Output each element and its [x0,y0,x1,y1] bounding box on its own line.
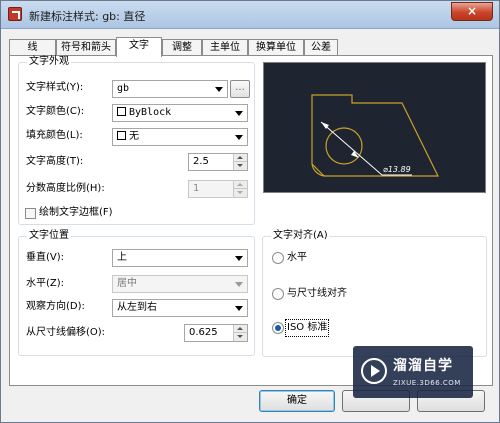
fill-color-select[interactable]: 无 [112,128,248,146]
window-title: 新建标注样式: gb: 直径 [29,10,146,23]
draw-frame-label[interactable]: 绘制文字边框(F) [39,206,113,220]
ok-button[interactable]: 确定 [259,390,335,412]
chevron-down-icon [235,256,243,261]
tab-alternate-units[interactable]: 换算单位 [248,39,304,56]
align-horizontal-label[interactable]: 水平 [287,251,307,265]
offset-label: 从尺寸线偏移(O): [26,327,106,338]
horizontal-select: 居中 [112,275,248,293]
stepper-down-icon [234,189,247,197]
watermark-url: ZIXUE.3D66.COM [393,379,461,387]
dimension-style-dialog: 新建标注样式: gb: 直径 × 线 符号和箭头 文字 调整 主单位 换算单位 … [0,0,500,423]
preview-drawing: ⌀13.89 [311,94,439,177]
title-bar: 新建标注样式: gb: 直径 × [1,1,499,29]
tab-panel-text: 文字外观 文字样式(Y): gb ... 文字颜色(C): ByBlock 填充… [9,55,493,386]
stepper-up-icon[interactable] [234,154,247,162]
draw-frame-checkbox[interactable] [25,208,36,219]
tab-primary-units[interactable]: 主单位 [202,39,248,56]
text-height-value: 2.5 [193,156,209,167]
text-color-value: ByBlock [129,107,172,118]
align-iso-label[interactable]: ISO 标准 [284,319,330,337]
stepper-buttons[interactable] [233,154,247,170]
view-direction-label: 观察方向(D): [26,301,85,312]
tab-text[interactable]: 文字 [116,37,162,57]
preview-dimension-text: ⌀13.89 [383,165,411,174]
text-style-select[interactable]: gb [112,80,228,98]
align-horizontal-radio[interactable] [272,252,284,264]
vertical-value: 上 [117,252,127,263]
close-icon: × [466,4,478,18]
fraction-scale-label: 分数高度比例(H): [26,183,105,194]
stepper-up-icon [234,181,247,189]
fill-color-label: 填充颜色(L): [26,130,83,141]
stepper-down-icon[interactable] [234,333,247,341]
preview-part-outline [311,94,439,177]
tab-tolerances[interactable]: 公差 [304,39,338,56]
text-appearance-title: 文字外观 [27,56,71,68]
stepper-buttons[interactable] [233,325,247,341]
view-direction-select[interactable]: 从左到右 [112,299,248,317]
stepper-down-icon[interactable] [234,162,247,170]
text-style-browse-button[interactable]: ... [230,80,250,98]
text-style-label: 文字样式(Y): [26,82,84,93]
text-height-stepper[interactable]: 2.5 [188,153,248,171]
watermark: 溜溜自学 ZIXUE.3D66.COM [353,346,473,398]
chevron-down-icon [235,306,243,311]
view-direction-value: 从左到右 [117,302,157,313]
tab-symbols-arrows[interactable]: 符号和箭头 [56,39,116,56]
preview-circle [325,127,363,165]
color-swatch-icon [117,107,126,116]
app-icon [8,7,22,21]
text-height-label: 文字高度(T): [26,156,84,167]
stepper-buttons [233,181,247,197]
text-color-label: 文字颜色(C): [26,106,85,117]
vertical-select[interactable]: 上 [112,249,248,267]
chevron-down-icon [235,282,243,287]
text-color-select[interactable]: ByBlock [112,104,248,122]
vertical-label: 垂直(V): [26,252,65,263]
fraction-scale-stepper: 1 [188,180,248,198]
watermark-title: 溜溜自学 [393,358,453,374]
horizontal-value: 居中 [117,278,137,289]
align-with-dimline-radio[interactable] [272,288,284,300]
horizontal-label: 水平(Z): [26,278,65,289]
tab-lines[interactable]: 线 [9,39,56,56]
color-swatch-icon [117,131,126,140]
text-placement-title: 文字位置 [27,230,71,242]
play-icon [361,358,387,384]
preview-pane: ⌀13.89 [263,62,486,193]
align-with-dimline-label[interactable]: 与尺寸线对齐 [287,287,347,301]
chevron-down-icon [235,135,243,140]
chevron-down-icon [235,111,243,116]
offset-value: 0.625 [189,327,218,338]
text-alignment-title: 文字对齐(A) [271,230,330,242]
text-style-value: gb [117,83,130,94]
fraction-scale-value: 1 [193,183,200,194]
chevron-down-icon [215,87,223,92]
fill-color-value: 无 [129,131,139,142]
tab-fit[interactable]: 调整 [162,39,202,56]
align-iso-radio[interactable] [272,322,284,334]
close-button[interactable]: × [451,2,493,21]
offset-stepper[interactable]: 0.625 [184,324,248,342]
stepper-up-icon[interactable] [234,325,247,333]
